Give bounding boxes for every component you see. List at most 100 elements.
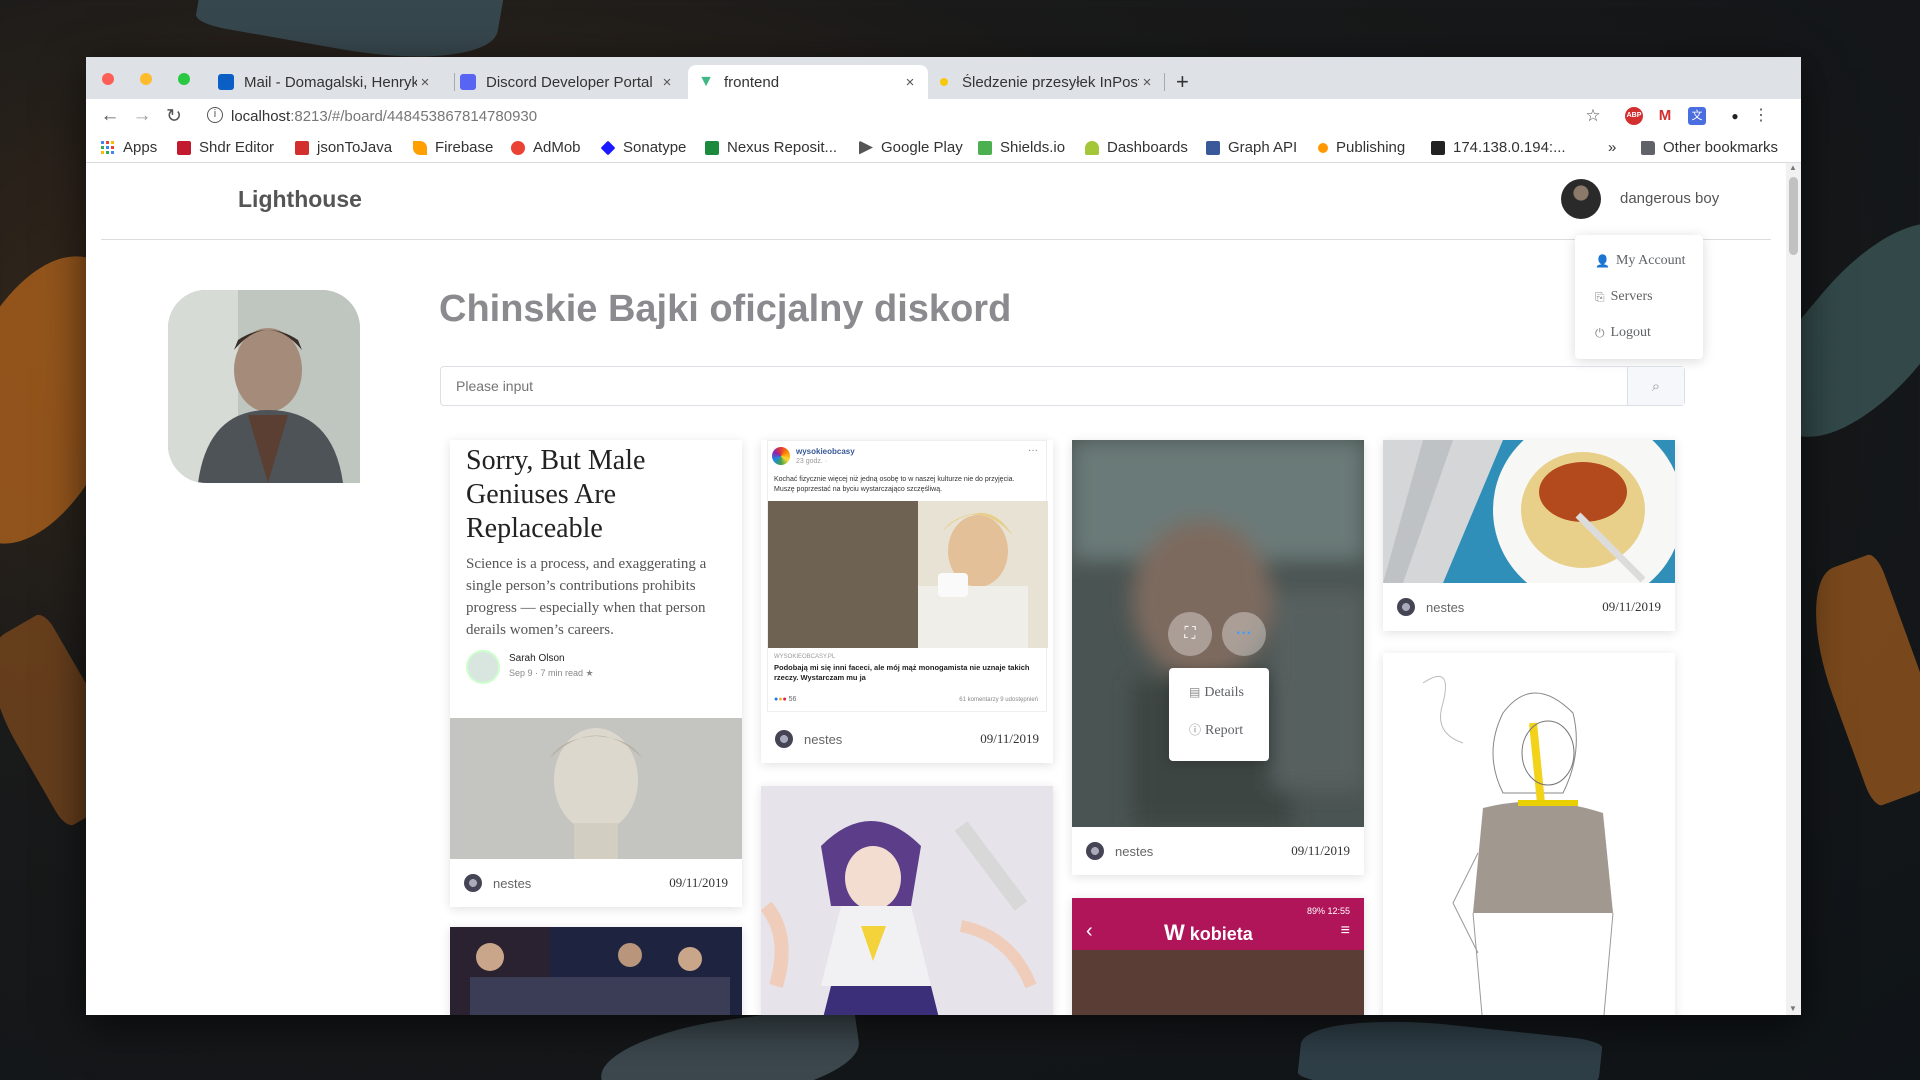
post-author: nestes (1115, 843, 1154, 859)
article-title: Sorry, But Male Geniuses Are Replaceable (466, 445, 646, 544)
document-icon: ▤ (1189, 685, 1201, 699)
bookmark-firebase[interactable]: Firebase (413, 139, 493, 156)
close-icon[interactable]: × (1139, 74, 1155, 91)
post-card[interactable]: Sorry, But Male Geniuses Are Replaceable… (450, 440, 742, 907)
servers-icon: ⎘ (1595, 289, 1605, 304)
bookmark-sonatype[interactable]: Sonatype (600, 139, 686, 156)
user-avatar[interactable] (1561, 179, 1601, 219)
fullscreen-button[interactable]: ⛶ (1168, 612, 1212, 656)
tab-discord[interactable]: Discord Developer Portal × (450, 65, 685, 99)
other-bookmarks[interactable]: Other bookmarks (1641, 139, 1778, 156)
bookmark-nexus[interactable]: Nexus Reposit... (705, 139, 837, 156)
app-logo: W kobieta (1164, 920, 1253, 946)
page-scrollbar[interactable]: ▲ ▼ (1786, 163, 1801, 1015)
translate-icon[interactable]: 文 (1688, 107, 1706, 125)
post-card[interactable]: wysokieobcasy 23 godz. · ··· Kochać fizy… (761, 440, 1053, 763)
close-icon[interactable]: × (659, 74, 675, 91)
fb-time: 23 godz. · (796, 458, 828, 465)
menu-item-logout[interactable]: ⏻ Logout (1595, 325, 1651, 341)
close-window-button[interactable] (102, 73, 114, 85)
search-button[interactable]: ⌕ (1627, 367, 1684, 405)
more-dots-icon: ··· (1236, 625, 1252, 642)
card-footer: nestes 09/11/2019 (1383, 583, 1675, 631)
tab-title: Mail - Domagalski, Henryk (244, 73, 417, 91)
post-card[interactable] (761, 786, 1053, 1015)
user-avatar-small (1397, 598, 1415, 616)
tab-inpost[interactable]: Śledzenie przesyłek InPost × (930, 65, 1165, 99)
post-author: nestes (493, 875, 532, 891)
new-tab-button[interactable]: + (1176, 69, 1189, 95)
more-icon: ··· (1028, 445, 1038, 456)
menu-item-label: Servers (1610, 289, 1653, 304)
extension-icon[interactable]: ● (1726, 107, 1744, 125)
bookmark-shdr-editor[interactable]: Shdr Editor (177, 139, 274, 156)
scrollbar-thumb[interactable] (1789, 177, 1798, 255)
more-button[interactable]: ··· (1222, 612, 1266, 656)
power-icon: ⏻ (1595, 325, 1605, 340)
bookmark-label: Nexus Reposit... (727, 139, 838, 156)
vue-icon: ▼ (698, 73, 714, 90)
post-card[interactable] (450, 927, 742, 1015)
popover-item-details[interactable]: ▤ Details (1189, 685, 1244, 701)
post-author: nestes (1426, 599, 1465, 615)
fb-reactions: ●●● 56 (774, 696, 797, 703)
user-icon: 👤 (1595, 253, 1610, 268)
fullscreen-icon: ⛶ (1184, 625, 1196, 642)
close-icon[interactable]: × (417, 74, 433, 91)
scroll-up-arrow-icon[interactable]: ▲ (1789, 163, 1797, 172)
menu-item-servers[interactable]: ⎘ Servers (1595, 289, 1653, 305)
statue-image (450, 718, 742, 859)
bookmarks-bar: Apps Shdr Editor jsonToJava Firebase AdM… (86, 133, 1801, 163)
user-avatar-small (775, 730, 793, 748)
bookmark-shields[interactable]: Shields.io (978, 139, 1065, 156)
nexus-icon (705, 140, 719, 155)
gmail-icon[interactable]: M (1656, 107, 1674, 125)
info-icon[interactable]: i (207, 107, 223, 123)
bookmark-apps[interactable]: Apps (101, 139, 157, 156)
fb-reaction-count: 56 (788, 696, 797, 703)
brand-title[interactable]: Lighthouse (238, 186, 362, 213)
bookmark-google-play[interactable]: Google Play (859, 139, 963, 156)
url-host: localhost (231, 108, 291, 125)
bookmark-star-icon[interactable]: ☆ (1584, 107, 1602, 125)
bookmark-admob[interactable]: AdMob (511, 139, 581, 156)
status-time: 12:55 (1327, 906, 1350, 916)
scroll-down-arrow-icon[interactable]: ▼ (1789, 1004, 1797, 1013)
app-header: Lighthouse dangerous boy (101, 163, 1771, 240)
bookmarks-overflow-button[interactable]: » (1608, 139, 1616, 156)
search-input[interactable] (441, 367, 1627, 405)
post-card[interactable]: nestes 09/11/2019 (1383, 440, 1675, 631)
bookmark-graph-api[interactable]: Graph API (1206, 139, 1297, 156)
board-title: Chinskie Bajki oficjalny diskord (439, 288, 1012, 330)
article-meta: Sep 9 · 7 min read ★ (509, 668, 594, 678)
tab-mail[interactable]: Mail - Domagalski, Henryk × (208, 65, 443, 99)
bookmark-dashboards[interactable]: Dashboards (1085, 139, 1188, 156)
post-card[interactable]: 89% 12:55 ‹ W kobieta ≡ (1072, 898, 1364, 1015)
sonatype-icon (600, 140, 616, 155)
reload-button[interactable]: ↻ (163, 105, 185, 128)
post-card[interactable]: ⛶ ··· ▤ Details ⓘ Report nestes 09/11/2019 (1072, 440, 1364, 875)
back-button[interactable]: ← (99, 105, 121, 127)
forward-button[interactable]: → (131, 105, 153, 127)
address-bar[interactable]: localhost:8213/#/board/44845386781478093… (231, 108, 537, 125)
url-path: :8213/#/board/448453867814780930 (290, 108, 538, 125)
maximize-window-button[interactable] (178, 73, 190, 85)
adblock-icon[interactable]: ABP (1625, 107, 1643, 125)
menu-kebab-icon[interactable]: ⋮ (1752, 107, 1770, 125)
post-card[interactable] (1383, 653, 1675, 1015)
apps-grid-icon (101, 141, 114, 154)
bookmark-ip[interactable]: 174.138.0.194:... (1431, 139, 1566, 156)
spaghetti-photo (1383, 440, 1675, 605)
menu-item-my-account[interactable]: 👤 My Account (1595, 253, 1686, 269)
minimize-window-button[interactable] (140, 73, 152, 85)
tab-frontend[interactable]: ▼ frontend × (688, 65, 928, 99)
bookmark-publishing[interactable]: Publishing (1318, 139, 1405, 156)
app-name: kobieta (1189, 924, 1253, 944)
post-author: nestes (804, 731, 843, 747)
bookmark-jsontojava[interactable]: jsonToJava (295, 139, 392, 156)
popover-item-report[interactable]: ⓘ Report (1189, 721, 1243, 739)
user-name[interactable]: dangerous boy (1620, 190, 1719, 207)
close-icon[interactable]: × (902, 74, 918, 91)
tab-title: Śledzenie przesyłek InPost (962, 73, 1139, 91)
phone-screenshot: 89% 12:55 ‹ W kobieta ≡ (1072, 898, 1364, 1015)
